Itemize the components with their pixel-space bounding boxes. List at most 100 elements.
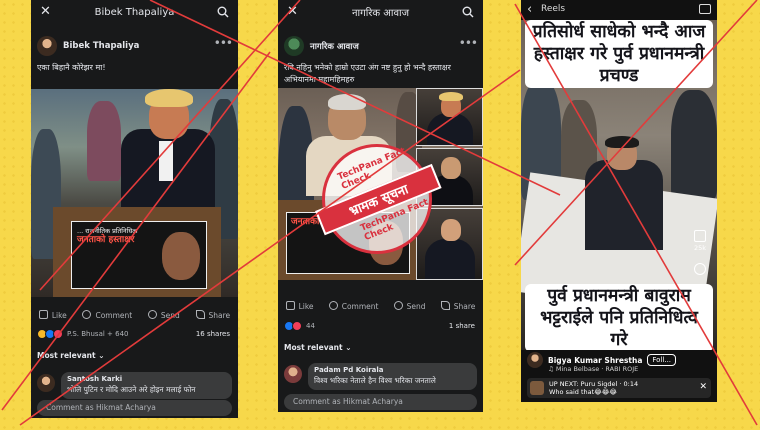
share-icon xyxy=(440,301,450,310)
inset-photo-top xyxy=(416,88,483,146)
post-header-bar: ✕ Bibek Thapaliya xyxy=(31,0,238,24)
like-count: 25k xyxy=(693,244,707,252)
person-suit xyxy=(425,239,475,279)
post-photo[interactable]: जनताको हस्ताक्षर TechPana Fact Check भ्र… xyxy=(278,88,483,280)
send-icon[interactable] xyxy=(694,286,706,298)
sort-label: Most relevant xyxy=(37,351,96,360)
like-icon[interactable] xyxy=(694,230,706,242)
reel-author[interactable]: Bigya Kumar Shrestha xyxy=(548,356,642,365)
reaction-summary[interactable]: 44 1 share xyxy=(284,320,475,332)
share-icon xyxy=(195,310,205,319)
banner-portrait xyxy=(162,232,200,280)
post-actions: Like Comment Send Share xyxy=(31,306,238,324)
reaction-count: P.S. Bhusal + 640 xyxy=(67,330,129,338)
send-button[interactable]: Send xyxy=(147,310,180,320)
comment-bubble: Padam Pd Koirala विश्व भरिका नेताले हैन … xyxy=(308,363,477,390)
person-jacket xyxy=(585,160,663,250)
reel-top-bar: ‹ Reels xyxy=(521,0,717,20)
comment-sort-dropdown[interactable]: Most relevant ⌄ xyxy=(284,343,352,352)
reel-footer: Bigya Kumar Shrestha Foll... ♫ Mina Belb… xyxy=(521,350,717,402)
more-options-icon[interactable]: ••• xyxy=(214,36,233,50)
more-options-icon[interactable]: ••• xyxy=(459,36,478,50)
comment-label: Comment xyxy=(341,302,379,311)
close-icon[interactable]: ✕ xyxy=(40,5,51,18)
close-icon[interactable]: ✕ xyxy=(287,5,298,18)
share-label: Share xyxy=(208,311,231,320)
like-icon xyxy=(38,310,48,319)
share-label: Share xyxy=(453,302,476,311)
comment-author[interactable]: Santosh Karki xyxy=(67,375,226,383)
comment-button[interactable]: Comment xyxy=(82,310,132,320)
comment-input[interactable]: Comment as Hikmat Acharya xyxy=(284,394,477,410)
reaction-count: 44 xyxy=(306,322,315,330)
comment-sort-dropdown[interactable]: Most relevant ⌄ xyxy=(37,351,105,360)
avatar[interactable] xyxy=(37,374,55,392)
search-icon[interactable] xyxy=(462,6,474,18)
hair xyxy=(328,94,366,110)
messenger-icon xyxy=(147,310,157,319)
share-count[interactable]: 16 shares xyxy=(196,330,230,338)
comment-label: Comment xyxy=(95,311,133,320)
up-next-thumbnail xyxy=(530,381,544,395)
facebook-reel-screenshot: ‹ Reels प्रतिसोर्ध साधेको भन्दै आज हस्ता… xyxy=(521,0,717,402)
comment-icon xyxy=(82,310,92,319)
post-author[interactable]: नागरिक आवाज xyxy=(310,41,359,52)
avatar[interactable] xyxy=(284,365,302,383)
reels-title: Reels xyxy=(541,4,566,14)
chevron-down-icon: ⌄ xyxy=(345,343,352,352)
reel-side-actions: 25k Send xyxy=(689,230,711,319)
messenger-icon xyxy=(393,301,403,310)
send-label: Send xyxy=(406,302,426,311)
comment-icon xyxy=(328,301,338,310)
facebook-post-screenshot-2: ✕ नागरिक आवाज नागरिक आवाज ••• रवि नहिनु … xyxy=(278,0,483,412)
comment-icon[interactable] xyxy=(694,263,706,275)
like-label: Like xyxy=(298,302,314,311)
close-icon[interactable]: ✕ xyxy=(699,383,707,392)
like-button[interactable]: Like xyxy=(285,301,314,311)
header-title: नागरिक आवाज xyxy=(351,8,410,19)
post-caption: एका बिहानै कोरेझर मा! xyxy=(37,63,106,72)
send-button[interactable]: Send xyxy=(393,301,426,311)
up-next-title: Who said that😂😂😂 xyxy=(549,388,617,396)
post-actions: Like Comment Send Share xyxy=(278,297,483,315)
avatar[interactable] xyxy=(37,36,57,56)
follow-button[interactable]: Foll... xyxy=(647,354,677,366)
header-title: Bibek Thapaliya xyxy=(94,6,175,18)
send-label: Send xyxy=(691,300,709,308)
share-button[interactable]: Share xyxy=(440,301,476,311)
send-label: Send xyxy=(160,311,180,320)
like-button[interactable]: Like xyxy=(38,310,67,320)
reaction-summary[interactable]: P.S. Bhusal + 640 16 shares xyxy=(37,328,230,340)
comment-bubble: Santosh Karki भोलि पुटिन र मोदि आउने अरे… xyxy=(61,372,232,399)
face xyxy=(441,157,461,179)
comment-input[interactable]: Comment as Hikmat Acharya xyxy=(37,400,232,416)
petition-banner: ... राजनीतिक प्रतिनिधित्व जनताको हस्ताक्… xyxy=(71,221,207,289)
audio-track[interactable]: ♫ Mina Belbase · RABI ROJE xyxy=(548,365,638,373)
shirt xyxy=(159,141,173,181)
chevron-down-icon: ⌄ xyxy=(98,351,105,360)
share-count[interactable]: 1 share xyxy=(449,322,475,330)
love-reaction-icon xyxy=(53,329,63,339)
page-avatar[interactable] xyxy=(284,36,304,56)
comment-author[interactable]: Padam Pd Koirala xyxy=(314,366,471,374)
up-next-card[interactable]: UP NEXT: Puru Sigdel · 0:14 Who said tha… xyxy=(527,378,711,398)
post-author[interactable]: Bibek Thapaliya xyxy=(63,41,139,51)
person-suit xyxy=(427,113,473,145)
camera-icon[interactable] xyxy=(699,4,711,14)
bystander xyxy=(671,90,717,200)
like-label: Like xyxy=(51,311,67,320)
post-author-row: नागरिक आवाज ••• xyxy=(284,34,478,58)
hair xyxy=(439,92,463,101)
cap xyxy=(605,136,639,148)
like-icon xyxy=(285,301,295,310)
comment-button[interactable]: Comment xyxy=(328,301,379,311)
back-arrow-icon[interactable]: ‹ xyxy=(527,2,532,17)
post-header-bar: ✕ नागरिक आवाज xyxy=(278,0,483,24)
up-next-label: UP NEXT: Puru Sigdel · 0:14 xyxy=(549,380,639,388)
avatar[interactable] xyxy=(527,352,543,368)
facebook-post-screenshot-1: ✕ Bibek Thapaliya Bibek Thapaliya ••• एक… xyxy=(31,0,238,418)
search-icon[interactable] xyxy=(217,6,229,18)
post-author-row: Bibek Thapaliya ••• xyxy=(37,34,233,58)
post-photo[interactable]: ... राजनीतिक प्रतिनिधित्व जनताको हस्ताक्… xyxy=(31,89,238,297)
share-button[interactable]: Share xyxy=(195,310,231,320)
